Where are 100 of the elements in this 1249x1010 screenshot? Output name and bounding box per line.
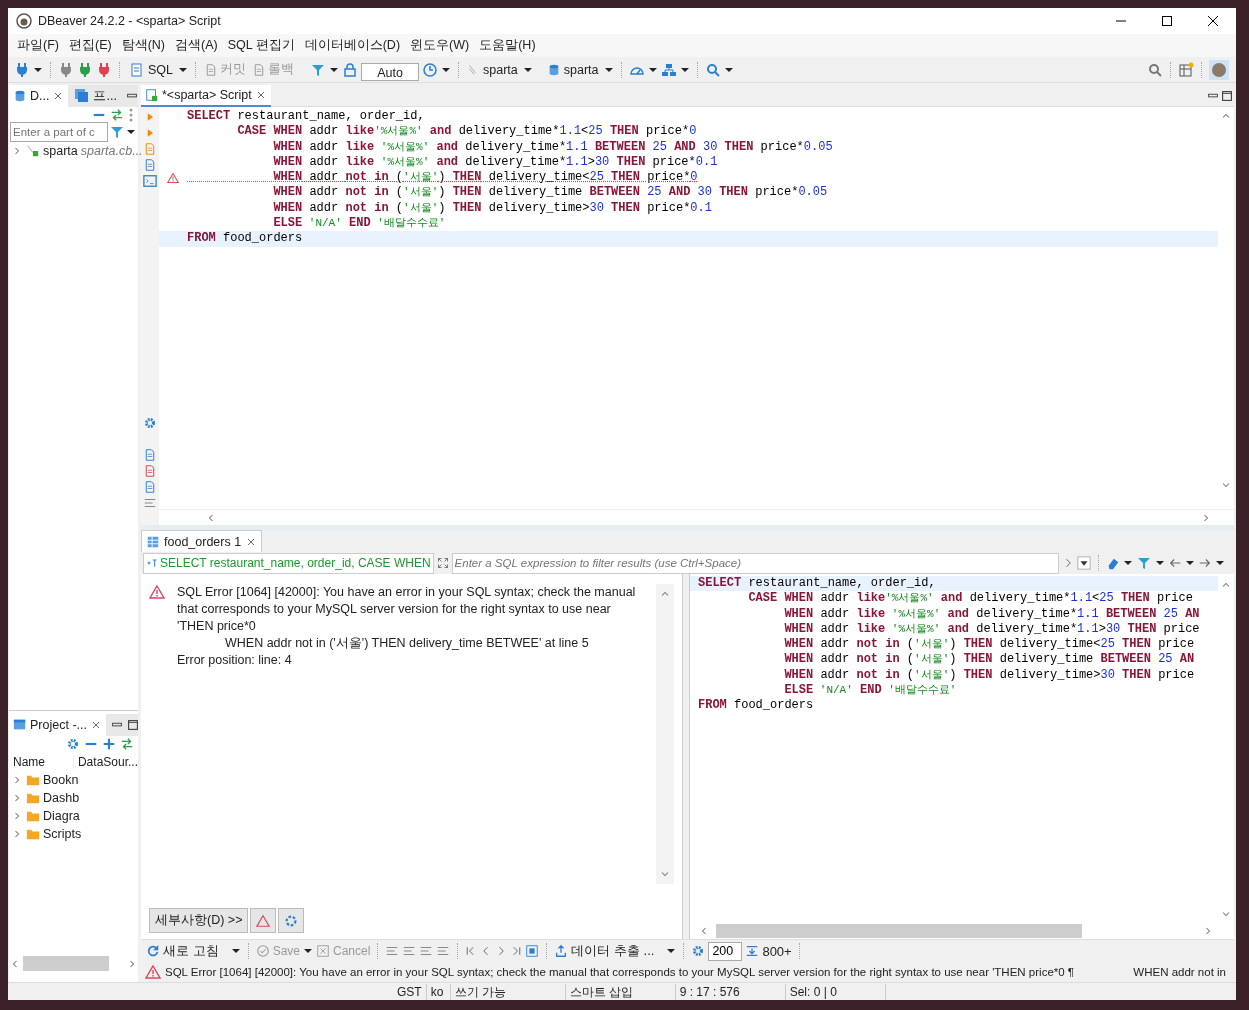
plug-icon[interactable] [58, 61, 74, 78]
scrollbar-thumb[interactable] [23, 956, 109, 971]
tree-item[interactable]: Scripts [43, 827, 82, 841]
plug-icon[interactable] [14, 61, 30, 78]
scrollbar-thumb[interactable] [716, 924, 1082, 938]
code-line: WHEN addr not in ('서울') THEN delivery_time BETWEEN 25 AND 30 THEN price*0.05 [272, 185, 828, 201]
tree-item[interactable]: Bookn [43, 773, 79, 787]
forward-arrow-icon[interactable] [1198, 556, 1212, 570]
menu-item[interactable]: 데이터베이스(D) [299, 35, 406, 56]
fetch-size-field[interactable]: 200 [708, 941, 743, 961]
warning-icon [145, 964, 161, 980]
outline-icon[interactable] [143, 496, 157, 510]
page-icon[interactable] [144, 448, 156, 462]
script-icon[interactable] [145, 87, 159, 102]
datasource-selector[interactable]: sparta [466, 61, 520, 78]
sql-editor-button[interactable]: SQL [127, 60, 175, 79]
row-count-icon[interactable] [745, 944, 760, 958]
view-tab[interactable]: D... [9, 85, 69, 107]
close-icon [1208, 16, 1218, 26]
search-icon[interactable] [1147, 61, 1163, 78]
folder-icon[interactable] [26, 773, 40, 787]
status-field: GST [393, 983, 427, 1000]
dropdown-icon[interactable] [1077, 556, 1091, 570]
lifebuoy-icon [284, 913, 299, 928]
eraser-icon[interactable] [1106, 556, 1120, 570]
gear-icon[interactable] [143, 416, 157, 430]
schema-selector[interactable]: sparta [544, 60, 601, 79]
gear-icon[interactable] [66, 736, 80, 751]
column-header[interactable]: Name [9, 755, 73, 769]
code-line: CASE WHEN addr like'%서울%' and delivery_time*1.1<25 THEN price [747, 591, 1193, 607]
page-icon[interactable] [144, 142, 156, 156]
maximize-icon[interactable] [125, 718, 140, 732]
window-title: DBeaver 24.2.2 - <sparta> Script [38, 14, 222, 28]
code-line: WHEN addr like '%서울%' and delivery_time*1.1 BETWEEN 25 AND 30 THEN price*0.05 [272, 139, 833, 155]
clock-icon[interactable] [422, 61, 438, 78]
folder-icon[interactable] [26, 791, 40, 805]
page-icon[interactable] [144, 464, 156, 478]
tree-item[interactable]: Dashb [43, 791, 80, 805]
result-tab[interactable]: food_orders 1 [141, 530, 263, 552]
page-icon[interactable] [144, 480, 156, 494]
menu-item[interactable]: SQL 편집기 [222, 35, 300, 56]
tree-item[interactable]: sparta [43, 144, 78, 158]
delete-row-icon[interactable] [436, 944, 451, 958]
view-tab[interactable]: Project -... [9, 714, 106, 736]
query-text[interactable]: SELECT restaurant_name, order_id, CASE WHEN [143, 552, 434, 574]
status-field: 9 : 17 : 576 [675, 983, 786, 1000]
gear-icon[interactable] [691, 944, 706, 958]
windows-icon[interactable] [74, 88, 91, 104]
add-row-icon[interactable] [402, 944, 417, 958]
code-line: ELSE 'N/A' END '배달수수료' [272, 216, 446, 232]
perspective-icon[interactable] [1178, 61, 1194, 78]
tree-item[interactable]: Diagra [43, 809, 80, 823]
export-button[interactable]: 데이터 추출 ... [554, 942, 655, 960]
app-logo-icon [16, 13, 32, 29]
editor-tab[interactable]: *<sparta> Script [141, 84, 271, 107]
filter-field[interactable]: Enter a part of c [10, 122, 108, 142]
expand-icon[interactable] [436, 557, 449, 569]
plug-icon[interactable] [77, 61, 93, 78]
menu-item[interactable]: 검색(A) [170, 35, 223, 56]
transaction-mode-field[interactable]: Auto [361, 62, 419, 81]
network-icon[interactable] [660, 61, 677, 78]
document-icon[interactable] [129, 61, 145, 78]
warning-icon [167, 171, 179, 184]
code-line: WHEN addr like '%서울%' and delivery_time*1.1>30 THEN price [783, 621, 1200, 638]
export-icon[interactable] [554, 944, 569, 958]
code-line: SELECT restaurant_name, order_id, [698, 576, 936, 592]
menu-item[interactable]: 파일(F) [12, 35, 64, 56]
code-line: SELECT restaurant_name, order_id, [187, 109, 425, 125]
back-arrow-icon[interactable] [1168, 556, 1182, 570]
row-count[interactable]: 800+ [762, 943, 792, 959]
maximize-icon[interactable] [1220, 88, 1234, 103]
maximize-icon [1162, 16, 1172, 26]
page-icon[interactable] [144, 158, 156, 172]
window-icon[interactable] [13, 718, 27, 732]
status-field: 쓰기 가능 [450, 983, 566, 1000]
status-field: ko [426, 983, 451, 1000]
filter-field[interactable]: Enter a SQL expression to filter results (use Ctrl+Space) [451, 552, 1059, 574]
view-tab[interactable]: 프... [70, 85, 121, 107]
menu-item[interactable]: 도움말(H) [474, 35, 541, 56]
last-page-icon[interactable] [510, 944, 523, 958]
plug-icon[interactable] [96, 61, 112, 78]
menu-item[interactable]: 윈도우(W) [405, 35, 475, 56]
code-line: WHEN addr not in ('서울') THEN delivery_time BETWEEN 25 AN [783, 652, 1195, 668]
table-icon[interactable] [146, 534, 160, 549]
refresh-icon[interactable] [146, 944, 160, 958]
refresh-button[interactable]: 새로 고침 [146, 942, 219, 960]
folder-icon[interactable] [26, 827, 40, 841]
dots-icon[interactable] [128, 106, 134, 123]
folder-icon[interactable] [26, 809, 40, 823]
column-header[interactable]: DataSour... [72, 755, 138, 769]
fit-icon[interactable] [525, 944, 540, 958]
details-button[interactable]: 세부사항(D) >> [149, 908, 249, 933]
rows-icon[interactable] [385, 944, 400, 958]
search-icon[interactable] [704, 61, 721, 78]
terminal-icon[interactable] [143, 174, 157, 188]
database-icon[interactable] [13, 88, 27, 104]
menu-item[interactable]: 편집(E) [63, 35, 117, 56]
copy-row-icon[interactable] [419, 944, 434, 958]
menu-item[interactable]: 탐색(N) [116, 35, 170, 56]
plus-icon[interactable] [102, 736, 116, 751]
